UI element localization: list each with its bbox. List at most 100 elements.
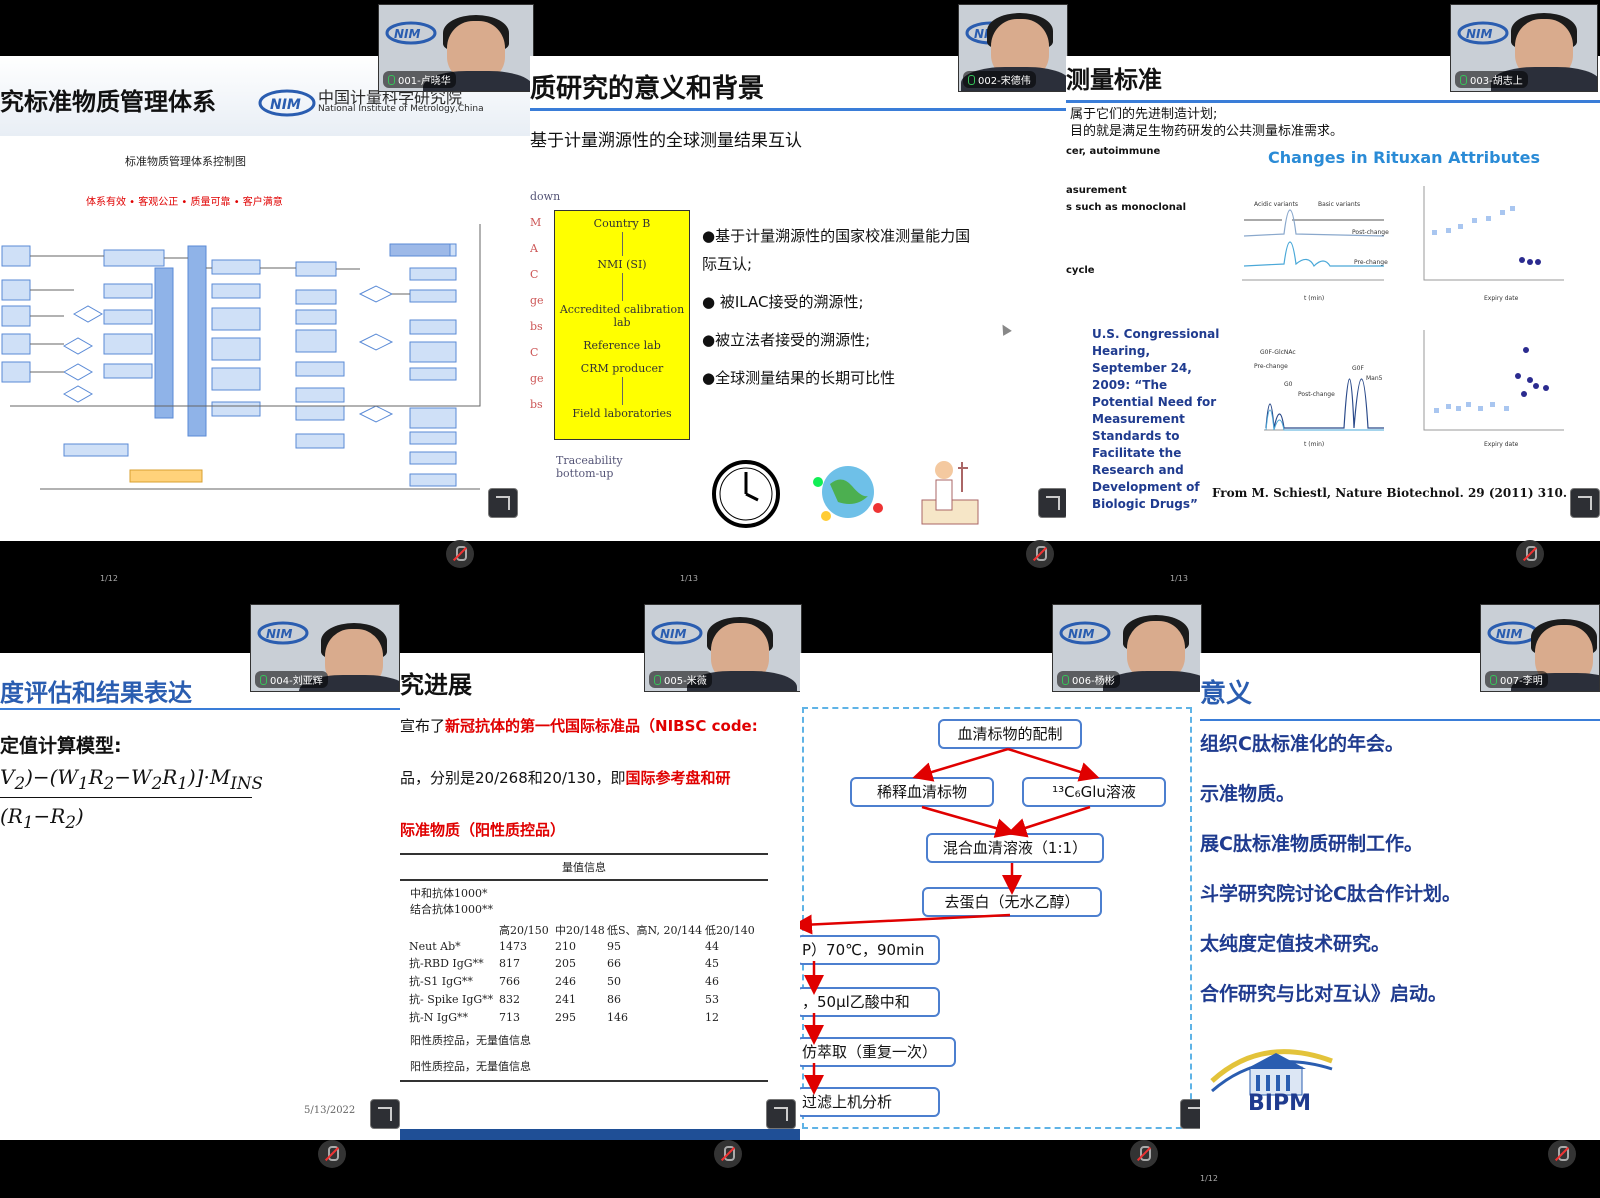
video-tile-3[interactable]: 测量标准 属于它们的先进制造计划; 目的就是满足生物药研发的公共测量标准需求。 … [1066,56,1600,541]
nim-logo-icon: NIM [257,621,309,645]
title-divider [530,108,1066,111]
model-heading: 定值计算模型: [0,735,122,757]
bipm-label: BIPM [1248,1091,1311,1116]
video-tile-7[interactable]: 意义 组织C肽标准化的年会。 示准物质。 展C肽标准物质研制工作。 斗学研究院讨… [1200,653,1600,1140]
chart-title: 标准物质管理体系控制图 [125,155,246,168]
svg-text:NIM: NIM [1466,27,1493,41]
page-indicator: 1/12 [100,574,118,583]
video-tile-5[interactable]: 究进展 宣布了新冠抗体的第一代国际标准品（NIBSC code: 品，分别是20… [400,653,800,1140]
nim-logo-icon: NIM [258,88,316,122]
mic-muted-button[interactable] [446,540,474,568]
congressional-quote: U.S. Congressional Hearing, September 24… [1092,327,1220,511]
svg-text:Post-change: Post-change [1298,391,1335,398]
camera-thumb-006[interactable]: NIM 006-杨彬 [1052,604,1202,692]
participant-name-label: 007-李明 [1485,671,1548,688]
mic-on-icon [388,75,395,85]
milestone-list: 组织C肽标准化的年会。 示准物质。 展C肽标准物质研制工作。 斗学研究院讨论C肽… [1200,733,1461,1005]
slide-title: 测量标准 [1066,66,1162,94]
slide-subtitle: 基于计量溯源性的全球测量结果互认 [530,131,802,151]
title-divider [1066,100,1600,103]
expand-button[interactable] [488,488,518,518]
slide-date: 5/13/2022 [304,1105,356,1116]
citation: From M. Schiestl, Nature Biotechnol. 29 … [1212,486,1567,500]
svg-text:Pre-change: Pre-change [1354,259,1388,266]
video-tile-1[interactable]: 究标准物质管理体系 NIM 中国计量科学研究院 National Institu… [0,56,530,541]
mic-on-icon [654,675,661,685]
camera-thumb-002[interactable]: NIM 002-宋德伟 [958,4,1068,92]
svg-text:Post-change: Post-change [1352,229,1389,236]
table-row: 抗-N IgG** 713 295 146 12 [409,1010,719,1025]
intro-text: 属于它们的先进制造计划; 目的就是满足生物药研发的公共测量标准需求。 [1070,107,1344,139]
mouse-cursor-icon [998,322,1012,336]
nim-logo-icon: NIM [1457,21,1509,45]
table-row: 抗-S1 IgG** 766 246 50 46 [409,974,719,989]
video-tile-4[interactable]: 度评估和结果表达 定值计算模型: V2)−(W1R2−W2R1)]·MINS (… [0,653,400,1140]
mic-muted-button[interactable] [1516,540,1544,568]
camera-thumb-004[interactable]: NIM 004-刘亚辉 [250,604,400,692]
mic-muted-button[interactable] [1548,1140,1576,1168]
antibody-table: 量值信息 中和抗体1000* 结合抗体1000** 高20/150 中20/14… [400,853,768,1082]
left-clipped-labels: down M A C ge bs C ge bs [530,190,561,411]
page-indicator: 1/13 [1170,574,1188,583]
svg-text:Acidic variants: Acidic variants [1254,201,1298,208]
svg-text:NIM: NIM [1496,627,1523,641]
text-line-1: 宣布了新冠抗体的第一代国际标准品（NIBSC code: [400,717,758,735]
nim-logo-icon: NIM [1059,621,1111,645]
nim-logo-icon: NIM [651,621,703,645]
mic-muted-button[interactable] [318,1140,346,1168]
rituxan-plots: Acidic variants Basic variants Post-chan… [1242,186,1564,448]
slide-title: 质研究的意义和背景 [530,74,765,104]
expand-button[interactable] [1038,488,1066,518]
svg-text:G0F-GlcNAc: G0F-GlcNAc [1260,349,1296,356]
svg-text:t (min): t (min) [1304,295,1324,302]
expand-button[interactable] [1570,488,1600,518]
svg-text:G0F: G0F [1352,365,1364,372]
side-text: cer, autoimmune asurement s such as mono… [1066,146,1187,276]
nim-logo-icon: NIM [385,21,437,45]
management-flowchart [1,224,481,490]
page-indicator: 1/13 [680,574,698,583]
title-divider [1200,719,1600,721]
formula: V2)−(W1R2−W2R1)]·MINS (R1−R2) [0,765,263,832]
expand-button[interactable] [766,1099,796,1129]
camera-thumb-003[interactable]: NIM 003-胡志上 [1450,4,1598,92]
mic-on-icon [968,75,975,85]
participant-name-label: 006-杨彬 [1057,671,1120,688]
mic-muted-button[interactable] [714,1140,742,1168]
traceability-box: Country B NMI (SI) Accredited calibratio… [554,210,690,440]
participant-name-label: 001-卢晓华 [383,71,456,88]
title-divider [0,708,400,710]
clock-icon [712,458,780,534]
slide-title: 究进展 [400,671,472,699]
slide-footer-bar [400,1129,800,1140]
mic-muted-button[interactable] [1130,1140,1158,1168]
camera-thumb-005[interactable]: NIM 005-米薇 [644,604,802,692]
svg-text:NIM: NIM [266,627,293,641]
svg-text:G0: G0 [1284,381,1293,388]
expand-button[interactable] [1180,1099,1200,1129]
svg-text:NIM: NIM [660,627,687,641]
expand-button[interactable] [370,1099,400,1129]
svg-text:Basic variants: Basic variants [1318,201,1360,208]
camera-thumb-007[interactable]: NIM 007-李明 [1480,604,1600,692]
video-tile-6[interactable]: 血清标物的配制 稀释血清标物 ¹³C₆Glu溶液 混合血清溶液（1:1） 去蛋白… [800,653,1200,1140]
svg-text:NIM: NIM [270,97,301,113]
svg-text:NIM: NIM [394,27,421,41]
svg-text:Pre-change: Pre-change [1254,363,1288,370]
page-indicator: 1/12 [1200,1174,1218,1183]
slide-title: 究标准物质管理体系 [0,88,216,116]
scientist-icon [918,452,984,536]
org-name-en: National Institute of Metrology,China [318,104,484,114]
slide-title: 意义 [1200,679,1253,709]
globe-people-icon [808,456,888,532]
svg-text:t (min): t (min) [1304,441,1324,448]
bullet-list: ●基于计量溯源性的国家校准测量能力国际互认; ● 被ILAC接受的溯源性; ●被… [702,227,971,387]
text-line-2: 品，分别是20/268和20/130，即国际参考盘和研 [400,769,731,787]
svg-text:NIM: NIM [1068,627,1095,641]
mic-muted-button[interactable] [1026,540,1054,568]
video-tile-2[interactable]: 质研究的意义和背景 基于计量溯源性的全球测量结果互认 down M A C ge… [530,56,1066,541]
svg-text:Man5: Man5 [1366,375,1383,382]
table-row: 抗- Spike IgG** 832 241 86 53 [409,992,719,1007]
antibody-values-table: 高20/150 中20/148 低S、高N, 20/144 低20/140 Ne… [409,924,755,1025]
camera-thumb-001[interactable]: NIM 001-卢晓华 [378,4,534,92]
